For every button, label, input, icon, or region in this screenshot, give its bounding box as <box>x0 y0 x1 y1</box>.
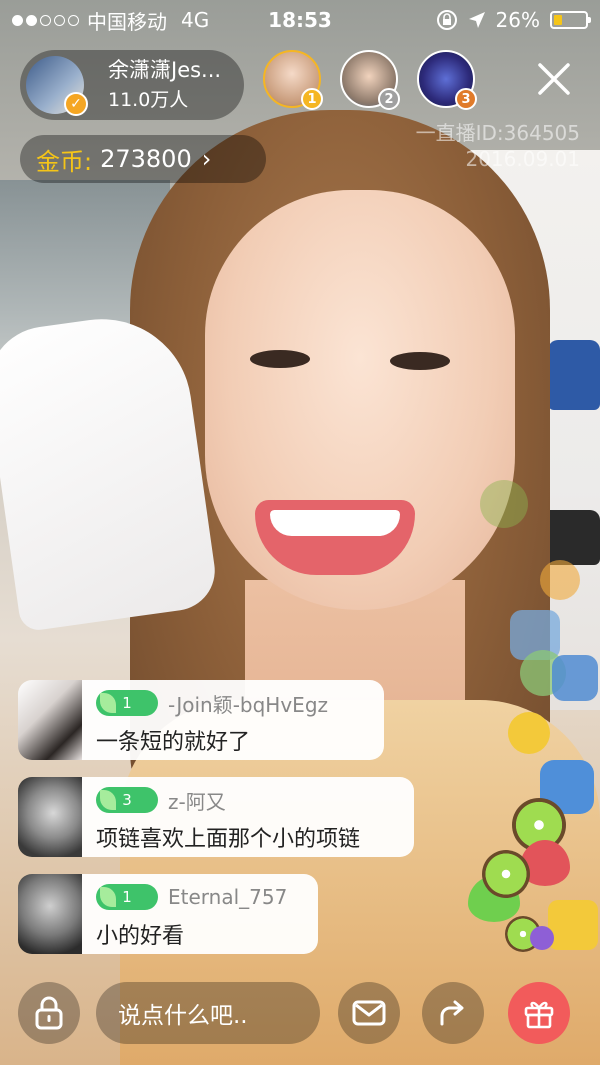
chat-username: z-阿又 <box>168 789 226 814</box>
top-viewer-avatar[interactable]: 1 <box>263 50 323 110</box>
chevron-right-icon: › <box>201 145 212 173</box>
battery-icon <box>550 11 591 29</box>
share-icon <box>440 1000 464 1026</box>
host-followers: 11.0万人 <box>108 89 189 111</box>
viewer-rank-badge: 2 <box>378 88 400 110</box>
chat-bubble: 3 z-阿又 项链喜欢上面那个小的项链 <box>82 777 414 857</box>
background-bag <box>548 340 600 410</box>
battery-level <box>554 15 562 25</box>
user-level-value: 1 <box>122 694 132 712</box>
user-level-badge: 1 <box>96 690 158 716</box>
floating-fruit-icon <box>540 560 580 600</box>
status-bar: 中国移动 4G 18:53 26% <box>0 0 600 40</box>
chat-username: -Join颖-bqHvEgz <box>168 692 329 717</box>
watermark-date: 2016.09.01 <box>465 147 580 171</box>
clock: 18:53 <box>268 8 332 32</box>
top-viewer-avatar[interactable]: 2 <box>340 50 400 110</box>
floating-grape-icon <box>530 926 554 950</box>
host-eye <box>390 352 450 370</box>
verified-badge-icon: ✓ <box>64 92 88 116</box>
floating-thumbs-up-icon <box>552 655 598 701</box>
coin-label: 金币: <box>36 147 93 176</box>
leaf-icon <box>100 887 116 907</box>
host-eye <box>250 350 310 368</box>
gift-icon <box>524 1001 554 1029</box>
user-level-badge: 3 <box>96 787 158 813</box>
chat-text: 一条短的就好了 <box>96 730 251 755</box>
watermark-id: 一直播ID:364505 <box>415 121 580 145</box>
user-level-value: 1 <box>122 888 132 906</box>
floating-kiwi-icon <box>482 850 530 898</box>
user-level-badge: 1 <box>96 884 158 910</box>
viewer-rank-badge: 1 <box>301 88 323 110</box>
chat-avatar[interactable] <box>18 777 82 857</box>
coin-value: 273800 <box>100 145 192 173</box>
chat-bubble: 1 Eternal_757 小的好看 <box>82 874 318 954</box>
message-button[interactable] <box>338 982 400 1044</box>
chat-message[interactable]: 1 Eternal_757 小的好看 <box>18 874 318 954</box>
floating-kiwi-icon <box>480 480 528 528</box>
envelope-icon <box>352 1000 386 1026</box>
chat-bubble: 1 -Join颖-bqHvEgz 一条短的就好了 <box>82 680 384 760</box>
chat-message[interactable]: 1 -Join颖-bqHvEgz 一条短的就好了 <box>18 680 384 760</box>
chat-avatar[interactable] <box>18 874 82 954</box>
leaf-icon <box>100 790 116 810</box>
chat-username: Eternal_757 <box>168 885 288 909</box>
comment-input-placeholder: 说点什么吧.. <box>118 1003 248 1029</box>
chat-text: 小的好看 <box>96 924 185 949</box>
close-button[interactable] <box>530 55 578 103</box>
stream-watermark: 一直播ID:364505 2016.09.01 <box>416 120 580 172</box>
viewer-rank-badge: 3 <box>455 88 477 110</box>
lock-button[interactable] <box>18 982 80 1044</box>
floating-bag-icon <box>548 900 598 950</box>
leaf-icon <box>100 693 116 713</box>
host-teeth <box>270 510 400 536</box>
share-button[interactable] <box>422 982 484 1044</box>
top-viewer-avatar[interactable]: 3 <box>417 50 477 110</box>
comment-input[interactable]: 说点什么吧.. <box>96 982 320 1044</box>
chat-message[interactable]: 3 z-阿又 项链喜欢上面那个小的项链 <box>18 777 414 857</box>
host-avatar[interactable]: ✓ <box>26 56 88 116</box>
chat-text: 项链喜欢上面那个小的项链 <box>96 827 361 852</box>
chat-avatar[interactable] <box>18 680 82 760</box>
coin-balance-pill[interactable]: 金币: 273800 › <box>20 135 266 183</box>
host-card[interactable]: ✓ 余潇潇Jes... 11.0万人 <box>20 50 244 120</box>
close-icon <box>538 63 570 95</box>
gift-button[interactable] <box>508 982 570 1044</box>
user-level-value: 3 <box>122 791 132 809</box>
host-name: 余潇潇Jes... <box>108 58 222 82</box>
lock-icon <box>35 996 63 1030</box>
floating-lemon-icon <box>508 712 550 754</box>
